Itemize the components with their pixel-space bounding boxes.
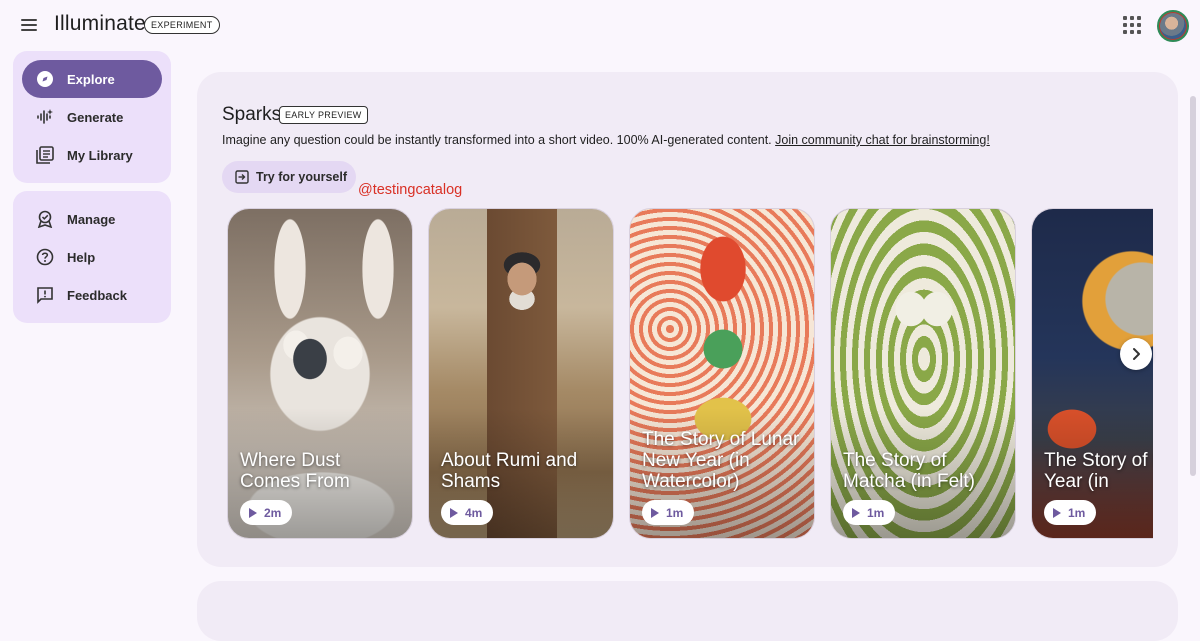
play-icon bbox=[450, 508, 458, 518]
help-icon bbox=[36, 248, 54, 266]
enter-arrow-icon bbox=[235, 170, 249, 184]
watermark-text: @testingcatalog bbox=[358, 182, 463, 198]
play-duration-button[interactable]: 1m bbox=[642, 500, 694, 525]
duration-label: 1m bbox=[1068, 506, 1086, 520]
feedback-icon bbox=[37, 287, 53, 304]
sidebar-item-my-library[interactable]: My Library bbox=[22, 136, 162, 174]
play-duration-button[interactable]: 1m bbox=[1044, 500, 1096, 525]
spark-title: Where Dust Comes From bbox=[240, 450, 350, 492]
spark-card[interactable]: The Story of New Year (in 1m bbox=[1031, 208, 1153, 539]
try-for-yourself-button[interactable]: Try for yourself bbox=[222, 161, 356, 193]
spark-title: The Story of New Year (in bbox=[1044, 450, 1153, 492]
description-text: Imagine any question could be instantly … bbox=[222, 133, 772, 147]
sidebar-primary: Explore Generate My Library bbox=[13, 51, 171, 183]
page-scrollbar[interactable] bbox=[1190, 96, 1196, 476]
manage-badge-icon bbox=[37, 210, 53, 228]
sidebar-item-label: Manage bbox=[67, 212, 116, 227]
sparkle-waveform-icon bbox=[37, 109, 53, 124]
sidebar-secondary: Manage Help Feedback bbox=[13, 191, 171, 323]
duration-label: 4m bbox=[465, 506, 483, 520]
spark-card[interactable]: Where Dust Comes From 2m bbox=[227, 208, 413, 539]
duration-label: 1m bbox=[666, 506, 684, 520]
carousel-next-button[interactable] bbox=[1120, 338, 1152, 370]
sidebar-item-help[interactable]: Help bbox=[22, 238, 162, 276]
sidebar-item-label: Generate bbox=[67, 110, 124, 125]
sparks-description: Imagine any question could be instantly … bbox=[222, 133, 990, 147]
duration-label: 1m bbox=[867, 506, 885, 520]
play-icon bbox=[651, 508, 659, 518]
compass-icon bbox=[37, 71, 53, 87]
try-button-label: Try for yourself bbox=[256, 170, 347, 184]
spark-title: About Rumi and Shams bbox=[441, 450, 578, 492]
sparks-carousel: Where Dust Comes From 2m About Rumi and … bbox=[227, 208, 1153, 541]
spark-card[interactable]: The Story of Matcha (in Felt) 1m bbox=[830, 208, 1016, 539]
sidebar-item-feedback[interactable]: Feedback bbox=[22, 276, 162, 314]
next-section-card bbox=[197, 581, 1178, 641]
sidebar-item-label: Help bbox=[67, 250, 96, 265]
duration-label: 2m bbox=[264, 506, 282, 520]
sparks-title: Sparks bbox=[222, 104, 282, 125]
play-icon bbox=[852, 508, 860, 518]
spark-card[interactable]: About Rumi and Shams 4m bbox=[428, 208, 614, 539]
library-icon bbox=[36, 146, 54, 164]
top-bar: Illuminate EXPERIMENT bbox=[0, 0, 1200, 52]
apps-grid-icon[interactable] bbox=[1123, 16, 1141, 34]
play-duration-button[interactable]: 1m bbox=[843, 500, 895, 525]
sidebar-item-label: Feedback bbox=[67, 288, 127, 303]
account-avatar[interactable] bbox=[1157, 10, 1189, 42]
spark-title: The Story of Lunar New Year (in Watercol… bbox=[642, 429, 800, 492]
play-duration-button[interactable]: 4m bbox=[441, 500, 493, 525]
sidebar-item-generate[interactable]: Generate bbox=[22, 98, 162, 136]
spark-card[interactable]: The Story of Lunar New Year (in Watercol… bbox=[629, 208, 815, 539]
play-icon bbox=[1053, 508, 1061, 518]
community-chat-link[interactable]: Join community chat for brainstorming! bbox=[775, 133, 990, 147]
menu-icon[interactable] bbox=[16, 12, 42, 38]
sparks-section: Sparks EARLY PREVIEW Imagine any questio… bbox=[197, 72, 1178, 567]
sidebar-item-explore[interactable]: Explore bbox=[22, 60, 162, 98]
sidebar-item-label: My Library bbox=[67, 148, 133, 163]
play-icon bbox=[249, 508, 257, 518]
sidebar-item-manage[interactable]: Manage bbox=[22, 200, 162, 238]
chevron-right-icon bbox=[1133, 348, 1140, 360]
experiment-badge: EXPERIMENT bbox=[144, 16, 220, 34]
spark-title: The Story of Matcha (in Felt) bbox=[843, 450, 975, 492]
app-title: Illuminate bbox=[54, 12, 146, 35]
play-duration-button[interactable]: 2m bbox=[240, 500, 292, 525]
sidebar-item-label: Explore bbox=[67, 72, 115, 87]
early-preview-badge: EARLY PREVIEW bbox=[279, 106, 368, 124]
